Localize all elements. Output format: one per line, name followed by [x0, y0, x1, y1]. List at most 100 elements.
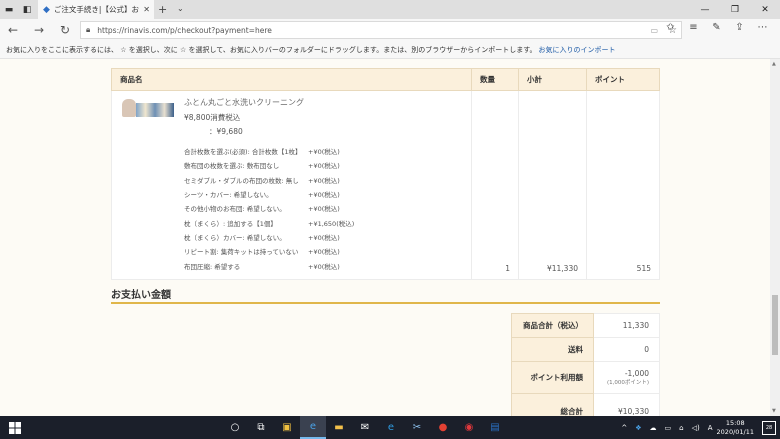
- battery-icon[interactable]: ▭: [665, 424, 672, 432]
- reading-view-icon[interactable]: ▭: [650, 26, 658, 35]
- points-value: 515: [586, 90, 660, 280]
- favbar-hint: お気に入りをここに表示するには、 ☆ を選択し、次に ☆ を選択して、お気に入り…: [6, 45, 537, 54]
- grand-total-value: ¥10,330: [593, 393, 660, 416]
- refresh-icon[interactable]: ↻: [52, 23, 78, 37]
- system-tray: ^ ❖ ☁ ▭ ⌂ ◁) A 15:08 2020/01/11 28: [617, 416, 780, 439]
- shipping-value: 0: [593, 337, 660, 362]
- lock-icon[interactable]: 🔒︎: [86, 25, 90, 35]
- address-bar[interactable]: 🔒︎ https://rinavis.com/p/checkout?paymen…: [80, 21, 682, 39]
- pen-icon[interactable]: ✎: [705, 22, 728, 33]
- payment-summary-table: 商品合計（税込） 11,330 送料 0 ポイント利用額 -1,000 (1,0…: [511, 313, 660, 416]
- edge-icon[interactable]: e: [300, 416, 326, 439]
- ime-icon[interactable]: A: [708, 424, 713, 432]
- scroll-down-icon[interactable]: ▼: [772, 408, 776, 414]
- list-item: 布団圧縮: 希望する +¥0(税込): [184, 262, 340, 271]
- list-item: 敷布団の枚数を選ぶ: 敷布団なし +¥0(税込): [184, 162, 340, 171]
- clock-date: 2020/01/11: [716, 427, 754, 436]
- network-icon[interactable]: ⌂: [679, 424, 683, 432]
- dropbox-icon[interactable]: ❖: [635, 424, 641, 432]
- subtotal-value: ¥11,330: [518, 90, 587, 280]
- snipping-icon[interactable]: ✂: [404, 416, 430, 439]
- scrollbar-thumb[interactable]: [772, 295, 778, 355]
- points-used-label: ポイント利用額: [511, 361, 594, 394]
- ie-icon[interactable]: e: [378, 416, 404, 439]
- clock-time: 15:08: [725, 418, 745, 427]
- qty-value: 1: [471, 90, 519, 280]
- outlook-icon[interactable]: ▤: [482, 416, 508, 439]
- chevron-down-icon[interactable]: ⌄: [177, 4, 184, 13]
- reading-list-icon[interactable]: ≡: [682, 22, 705, 33]
- favorites-bar: お気に入りをここに表示するには、 ☆ を選択し、次に ☆ を選択して、お気に入り…: [0, 41, 780, 59]
- list-item: セミダブル・ダブルの布団の枚数: 無し +¥0(税込): [184, 176, 340, 185]
- product-name[interactable]: ふとん丸ごと水洗いクリーニング: [184, 97, 354, 108]
- header-name: 商品名: [111, 68, 472, 91]
- chevron-up-icon[interactable]: ^: [621, 424, 627, 432]
- header-points: ポイント: [586, 68, 660, 91]
- explorer-icon[interactable]: ▬: [326, 416, 352, 439]
- product-options: 合計枚数を選ぶ(必須): 合計枚数【1枚】 +¥0(税込) 敷布団の枚数を選ぶ: …: [184, 144, 354, 273]
- tab-title: ご注文手続き|【公式】お: [53, 5, 139, 14]
- tab-actions-icon[interactable]: ▬: [0, 0, 18, 19]
- table-row: 送料 0: [511, 337, 660, 362]
- tab-bar: ▬ ◧ ◆ ご注文手続き|【公式】お ✕ + ⌄ — ❐ ✕: [0, 0, 780, 19]
- header-qty: 数量: [471, 68, 519, 91]
- table-row: ふとん丸ごと水洗いクリーニング ¥8,800消費税込 ：¥9,680 合計枚数を…: [111, 90, 660, 280]
- goods-total-label: 商品合計（税込）: [511, 313, 594, 338]
- chrome-icon[interactable]: ●: [430, 416, 456, 439]
- payment-section-title: お支払い金額: [111, 290, 171, 301]
- product-price-tax: ：¥9,680: [209, 127, 243, 136]
- nav-bar: ← → ↻ 🔒︎ https://rinavis.com/p/checkout?…: [0, 19, 780, 41]
- forward-icon[interactable]: →: [26, 23, 52, 37]
- windows-start-icon[interactable]: [0, 416, 30, 439]
- store-icon[interactable]: ▣: [274, 416, 300, 439]
- new-tab-icon[interactable]: +: [158, 3, 167, 16]
- table-row: 総合計 ¥10,330: [511, 393, 660, 416]
- scrollbar[interactable]: ▲ ▼: [770, 59, 780, 416]
- page-content: 商品名 数量 小計 ポイント ふとん丸ごと水洗いクリーニング ¥8,800消費税…: [0, 59, 780, 416]
- product-cell: ふとん丸ごと水洗いクリーニング ¥8,800消費税込 ：¥9,680 合計枚数を…: [111, 90, 472, 280]
- favorites-icon[interactable]: ✩: [659, 22, 682, 33]
- list-item: 合計枚数を選ぶ(必須): 合計枚数【1枚】 +¥0(税込): [184, 148, 340, 157]
- onedrive-icon[interactable]: ☁: [650, 424, 657, 432]
- section-divider: [111, 302, 660, 304]
- back-icon[interactable]: ←: [0, 23, 26, 37]
- url-text[interactable]: https://rinavis.com/p/checkout?payment=h…: [97, 26, 650, 35]
- volume-icon[interactable]: ◁): [692, 424, 700, 432]
- table-row: ポイント利用額 -1,000 (1,000ポイント): [511, 361, 660, 394]
- cortana-icon[interactable]: ○: [222, 416, 248, 439]
- grand-total-label: 総合計: [511, 393, 594, 416]
- minimize-icon[interactable]: —: [690, 0, 720, 19]
- list-item: 枕（まくら）: 追加する【1個】 +¥1,650(税込): [184, 219, 355, 228]
- points-used-value: -1,000: [624, 369, 649, 378]
- site-favicon-icon: ◆: [43, 4, 50, 15]
- list-item: 枕（まくら）カバー: 希望しない。 +¥0(税込): [184, 233, 340, 242]
- clock[interactable]: 15:08 2020/01/11: [717, 419, 754, 437]
- points-used-note: (1,000ポイント): [606, 380, 649, 386]
- notification-icon[interactable]: 28: [762, 420, 776, 435]
- goods-total-value: 11,330: [593, 313, 660, 338]
- more-icon[interactable]: ⋯: [751, 22, 774, 33]
- mail-icon[interactable]: ✉: [352, 416, 378, 439]
- table-row: 商品合計（税込） 11,330: [511, 313, 660, 338]
- maximize-icon[interactable]: ❐: [720, 0, 750, 19]
- taskbar: ○ ⧉ ▣ e ▬ ✉ e ✂ ● ◉ ▤ ^ ❖ ☁ ▭ ⌂ ◁) A 15:…: [0, 416, 780, 439]
- shipping-label: 送料: [511, 337, 594, 362]
- task-view-icon[interactable]: ⧉: [248, 416, 274, 439]
- share-icon[interactable]: ⇪: [728, 22, 751, 33]
- list-item: リピート割: 集荷キットは持っていない +¥0(税込): [184, 248, 340, 257]
- points-used-cell: -1,000 (1,000ポイント): [593, 361, 660, 394]
- tab-preview-icon[interactable]: ◧: [18, 0, 36, 19]
- tab-checkout[interactable]: ◆ ご注文手続き|【公式】お ✕: [38, 0, 154, 19]
- header-subtotal: 小計: [518, 68, 587, 91]
- product-image[interactable]: [120, 97, 176, 119]
- cart-table: 商品名 数量 小計 ポイント ふとん丸ごと水洗いクリーニング ¥8,800消費税…: [111, 68, 660, 280]
- list-item: その他小物のお布団: 希望しない。 +¥0(税込): [184, 205, 340, 214]
- close-tab-icon[interactable]: ✕: [143, 5, 150, 14]
- app-red-icon[interactable]: ◉: [456, 416, 482, 439]
- scroll-up-icon[interactable]: ▲: [772, 61, 776, 67]
- product-price: ¥8,800消費税込: [184, 113, 241, 122]
- cart-header-row: 商品名 数量 小計 ポイント: [111, 68, 660, 91]
- import-favorites-link[interactable]: お気に入りのインポート: [539, 45, 616, 55]
- list-item: シーツ・カバー: 希望しない。 +¥0(税込): [184, 191, 340, 200]
- close-window-icon[interactable]: ✕: [750, 0, 780, 19]
